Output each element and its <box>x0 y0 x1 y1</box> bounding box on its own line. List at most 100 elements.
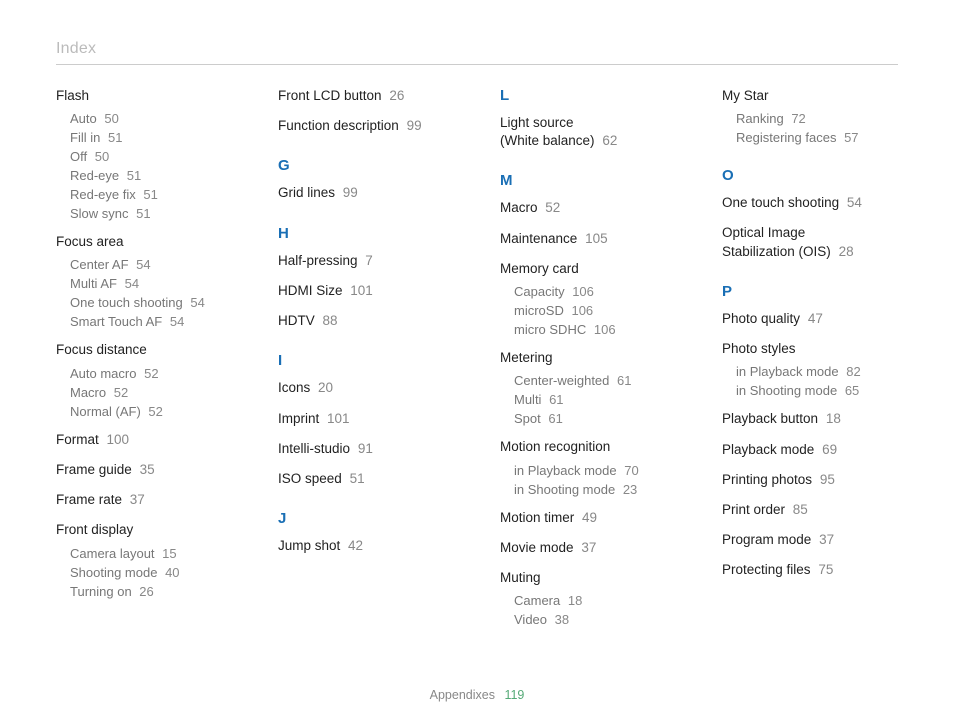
index-subentry-page: 52 <box>144 366 158 381</box>
index-subentry-label: micro SDHC <box>514 322 586 337</box>
index-column: FlashAuto 50Fill in 51Off 50Red-eye 51Re… <box>56 87 232 639</box>
index-subentry[interactable]: Ranking 72 <box>736 111 898 126</box>
index-entry[interactable]: Front LCD button 26 <box>278 87 454 105</box>
index-entry[interactable]: Optical ImageStabilization (OIS) 28 <box>722 224 898 260</box>
index-subentry[interactable]: Center-weighted 61 <box>514 373 676 388</box>
index-entry-label: One touch shooting <box>722 195 839 210</box>
index-subentry[interactable]: Red-eye 51 <box>70 168 232 183</box>
index-subentry[interactable]: Multi AF 54 <box>70 276 232 291</box>
index-letter-heading: H <box>278 225 454 242</box>
index-subentry[interactable]: Off 50 <box>70 149 232 164</box>
index-entry[interactable]: Motion timer 49 <box>500 509 676 527</box>
index-subentry[interactable]: Turning on 26 <box>70 584 232 599</box>
index-entry[interactable]: Macro 52 <box>500 199 676 217</box>
index-subentry[interactable]: Capacity 106 <box>514 284 676 299</box>
index-entry[interactable]: Format 100 <box>56 431 232 449</box>
index-group-heading: Photo styles <box>722 340 898 358</box>
index-subentry[interactable]: Fill in 51 <box>70 130 232 145</box>
index-group-heading: Motion recognition <box>500 438 676 456</box>
index-entry-page: 91 <box>358 441 373 456</box>
index-subentry-page: 51 <box>143 187 157 202</box>
index-entry-page: 20 <box>318 380 333 395</box>
index-subentry[interactable]: Auto 50 <box>70 111 232 126</box>
index-subentry-label: Turning on <box>70 584 132 599</box>
index-subentry-page: 106 <box>571 303 593 318</box>
index-subentry[interactable]: Auto macro 52 <box>70 366 232 381</box>
index-entry[interactable]: Playback button 18 <box>722 410 898 428</box>
index-entry[interactable]: ISO speed 51 <box>278 470 454 488</box>
index-subentry[interactable]: Video 38 <box>514 612 676 627</box>
index-subentry-page: 50 <box>104 111 118 126</box>
index-subentry[interactable]: Camera 18 <box>514 593 676 608</box>
index-entry-page: 49 <box>582 510 597 525</box>
index-entry-page: 42 <box>348 538 363 553</box>
index-subentry[interactable]: in Shooting mode 23 <box>514 482 676 497</box>
index-entry[interactable]: Photo quality 47 <box>722 310 898 328</box>
index-subentry[interactable]: Red-eye fix 51 <box>70 187 232 202</box>
index-subentry[interactable]: Shooting mode 40 <box>70 565 232 580</box>
index-entry[interactable]: Jump shot 42 <box>278 537 454 555</box>
index-subentry[interactable]: microSD 106 <box>514 303 676 318</box>
index-entry[interactable]: Printing photos 95 <box>722 471 898 489</box>
index-entry[interactable]: Half-pressing 7 <box>278 252 454 270</box>
index-entry[interactable]: Print order 85 <box>722 501 898 519</box>
index-column: LLight source(White balance) 62MMacro 52… <box>500 87 676 639</box>
index-entry[interactable]: Imprint 101 <box>278 410 454 428</box>
index-entry-label: Imprint <box>278 411 319 426</box>
index-subentry-page: 70 <box>624 463 638 478</box>
index-entry-page: 105 <box>585 231 608 246</box>
index-subentry[interactable]: Smart Touch AF 54 <box>70 314 232 329</box>
index-entry[interactable]: Protecting files 75 <box>722 561 898 579</box>
index-entry[interactable]: Intelli-studio 91 <box>278 440 454 458</box>
index-entry-page: 7 <box>365 253 373 268</box>
index-entry-page: 100 <box>107 432 130 447</box>
index-entry-page: 37 <box>581 540 596 555</box>
index-entry[interactable]: Icons 20 <box>278 379 454 397</box>
index-entry[interactable]: Grid lines 99 <box>278 184 454 202</box>
index-subentry[interactable]: Center AF 54 <box>70 257 232 272</box>
index-subentry[interactable]: in Playback mode 82 <box>736 364 898 379</box>
index-subentry[interactable]: micro SDHC 106 <box>514 322 676 337</box>
index-group-heading: Focus area <box>56 233 232 251</box>
index-subentry-page: 61 <box>549 392 563 407</box>
index-subentry[interactable]: Camera layout 15 <box>70 546 232 561</box>
index-entry[interactable]: One touch shooting 54 <box>722 194 898 212</box>
index-subentry[interactable]: in Shooting mode 65 <box>736 383 898 398</box>
index-entry[interactable]: Playback mode 69 <box>722 441 898 459</box>
index-entry-label: Printing photos <box>722 472 812 487</box>
index-entry-page: 75 <box>818 562 833 577</box>
index-letter-heading: O <box>722 167 898 184</box>
index-entry[interactable]: Frame rate 37 <box>56 491 232 509</box>
index-entry[interactable]: Movie mode 37 <box>500 539 676 557</box>
index-entry-label: Stabilization (OIS) <box>722 244 831 259</box>
index-entry[interactable]: Program mode 37 <box>722 531 898 549</box>
index-subentry[interactable]: Macro 52 <box>70 385 232 400</box>
index-letter-heading: L <box>500 87 676 104</box>
index-entry[interactable]: Maintenance 105 <box>500 230 676 248</box>
index-entry-page: 51 <box>350 471 365 486</box>
index-subentry[interactable]: Multi 61 <box>514 392 676 407</box>
index-subentry[interactable]: Spot 61 <box>514 411 676 426</box>
index-entry-label: HDTV <box>278 313 315 328</box>
index-entry[interactable]: Function description 99 <box>278 117 454 135</box>
index-subentry-page: 65 <box>845 383 859 398</box>
index-entry-label: Motion timer <box>500 510 574 525</box>
index-entry-label: Print order <box>722 502 785 517</box>
index-entry-page: 99 <box>407 118 422 133</box>
index-entry-label: Function description <box>278 118 399 133</box>
index-subentry-label: Registering faces <box>736 130 836 145</box>
index-entry[interactable]: HDMI Size 101 <box>278 282 454 300</box>
index-entry[interactable]: Frame guide 35 <box>56 461 232 479</box>
index-group-heading: Memory card <box>500 260 676 278</box>
index-subentry-label: in Playback mode <box>514 463 617 478</box>
index-subentry[interactable]: in Playback mode 70 <box>514 463 676 478</box>
index-subentry[interactable]: Normal (AF) 52 <box>70 404 232 419</box>
index-entry[interactable]: HDTV 88 <box>278 312 454 330</box>
index-subentry[interactable]: Slow sync 51 <box>70 206 232 221</box>
index-entry-label: Light source <box>500 115 574 130</box>
index-subentry[interactable]: One touch shooting 54 <box>70 295 232 310</box>
index-entry-page: 99 <box>343 185 358 200</box>
index-letter-heading: G <box>278 157 454 174</box>
index-entry[interactable]: Light source(White balance) 62 <box>500 114 676 150</box>
index-subentry[interactable]: Registering faces 57 <box>736 130 898 145</box>
